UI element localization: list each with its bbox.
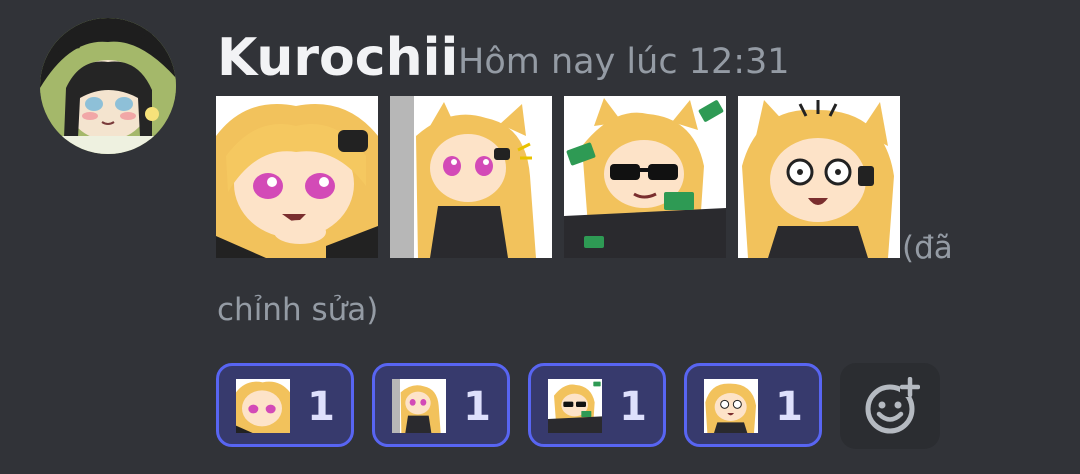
message-timestamp: Hôm nay lúc 12:31 (458, 42, 790, 82)
chibi-thinking-emoji (236, 379, 290, 433)
chibi-peeking-sticker[interactable] (390, 96, 552, 258)
add-reaction-button[interactable] (840, 363, 940, 449)
reaction-count: 1 (463, 384, 491, 430)
reaction-count: 1 (619, 384, 647, 430)
reaction-count: 1 (307, 384, 335, 430)
reaction-count: 1 (775, 384, 803, 430)
chibi-thinking-sticker[interactable] (216, 96, 378, 258)
reaction-chibi-surprised[interactable]: 1 (684, 363, 822, 447)
chibi-sunglasses-money-emoji (548, 379, 602, 433)
chibi-peeking-emoji (392, 379, 446, 433)
edited-indicator: (đã (902, 230, 953, 266)
chibi-sunglasses-money-sticker[interactable] (564, 96, 726, 258)
reaction-chibi-peeking[interactable]: 1 (372, 363, 510, 447)
username[interactable]: Kurochii (217, 26, 458, 90)
reaction-chibi-thinking[interactable]: 1 (216, 363, 354, 447)
chibi-surprised-emoji (704, 379, 758, 433)
reaction-chibi-sunglasses-money[interactable]: 1 (528, 363, 666, 447)
user-avatar[interactable] (40, 18, 176, 154)
chibi-surprised-sticker[interactable] (738, 96, 900, 258)
edited-indicator-continued: chỉnh sửa) (217, 292, 379, 328)
add-reaction-icon (865, 377, 920, 434)
